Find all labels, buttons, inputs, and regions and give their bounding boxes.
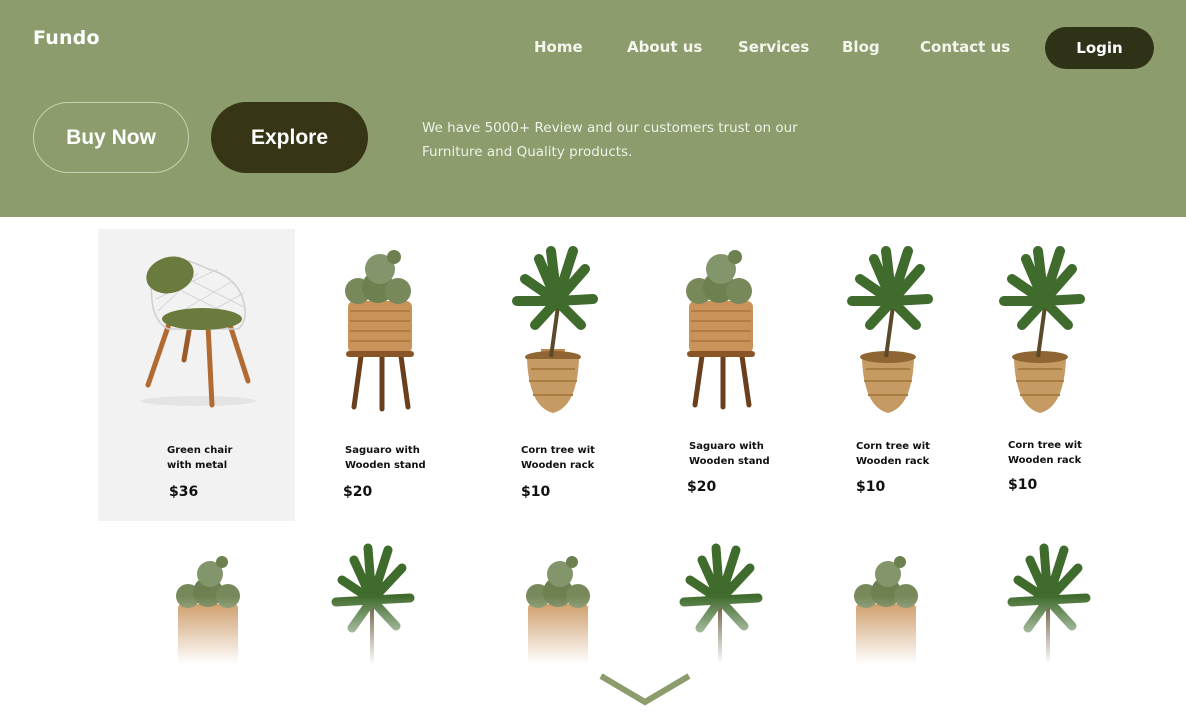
- product-name-line-1: Corn tree wit: [856, 441, 930, 452]
- product-name-line-2: Wooden rack: [1008, 454, 1082, 466]
- product-name-line-1: Green chair: [167, 445, 233, 456]
- product-price: $10: [1008, 477, 1038, 493]
- corn-tree-icon: [331, 543, 415, 664]
- nav-home[interactable]: Home: [534, 38, 583, 56]
- product-price: $20: [687, 479, 717, 495]
- product-name: Green chair with metal: [167, 444, 232, 473]
- product-card[interactable]: Corn tree wit Wooden rack $10: [942, 229, 1139, 521]
- hero-tagline: We have 5000+ Review and our customers t…: [422, 116, 842, 164]
- explore-button[interactable]: Explore: [211, 102, 368, 173]
- product-name-line-2: Wooden rack: [856, 455, 930, 467]
- product-name-line-1: Corn tree wit: [521, 445, 595, 456]
- login-button[interactable]: Login: [1045, 27, 1154, 69]
- nav-services[interactable]: Services: [738, 38, 809, 56]
- product-price: $10: [521, 484, 551, 500]
- product-name: Saguaro with Wooden stand: [345, 444, 426, 473]
- product-name-line-2: Wooden stand: [689, 455, 770, 467]
- chair-icon: [140, 256, 256, 408]
- product-name: Saguaro with Wooden stand: [689, 440, 770, 469]
- product-price: $10: [856, 479, 886, 495]
- product-price: $20: [343, 484, 373, 500]
- product-card[interactable]: Saguaro with Wooden stand $20: [282, 229, 479, 521]
- product-name-line-1: Corn tree wit: [1008, 440, 1082, 451]
- cactus-icon: [176, 556, 240, 664]
- product-name: Corn tree wit Wooden rack: [521, 444, 595, 473]
- corn-tree-icon: [999, 246, 1085, 413]
- nav-contact-us[interactable]: Contact us: [920, 38, 1010, 56]
- product-name: Corn tree wit Wooden rack: [856, 440, 930, 469]
- cactus-icon: [345, 250, 414, 412]
- product-name-line-2: Wooden rack: [521, 459, 595, 471]
- product-name-line-2: with metal: [167, 459, 228, 471]
- tagline-line-1: We have 5000+ Review and our customers t…: [422, 120, 798, 136]
- nav-blog[interactable]: Blog: [842, 38, 880, 56]
- tagline-line-2: Furniture and Quality products.: [422, 144, 633, 160]
- product-name: Corn tree wit Wooden rack: [1008, 439, 1082, 468]
- corn-tree-icon: [679, 543, 763, 664]
- nav-about-us[interactable]: About us: [627, 38, 702, 56]
- corn-tree-icon: [1007, 543, 1091, 664]
- buy-now-button[interactable]: Buy Now: [33, 102, 189, 173]
- product-name-line-2: Wooden stand: [345, 459, 426, 471]
- product-name-line-1: Saguaro with: [689, 441, 764, 452]
- product-price: $36: [169, 484, 199, 500]
- cactus-icon: [854, 556, 918, 664]
- product-name-line-1: Saguaro with: [345, 445, 420, 456]
- chevron-down-icon[interactable]: [598, 672, 692, 708]
- brand-logo[interactable]: Fundo: [33, 27, 100, 49]
- cactus-icon: [526, 556, 590, 664]
- hero-header: Fundo Home About us Services Blog Contac…: [0, 0, 1186, 217]
- product-card[interactable]: Green chair with metal $36: [98, 229, 295, 521]
